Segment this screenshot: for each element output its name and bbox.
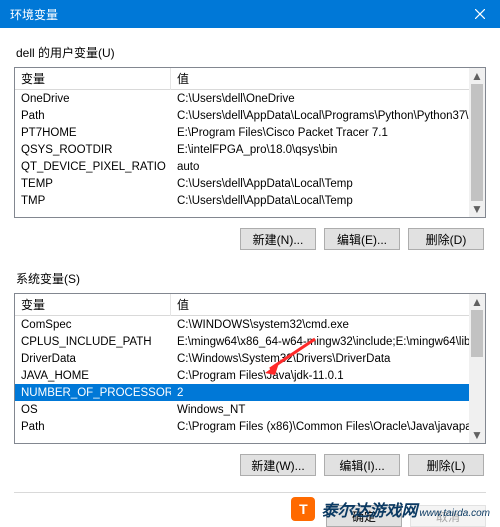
window-title: 环境变量 (10, 6, 58, 23)
cell-value: E:\intelFPGA_pro\18.0\qsys\bin (171, 144, 485, 156)
cell-value: C:\Users\dell\AppData\Local\Programs\Pyt… (171, 110, 485, 122)
close-icon (475, 9, 485, 19)
col-value[interactable]: 值 (171, 293, 485, 316)
scroll-track[interactable] (469, 84, 485, 201)
table-row[interactable]: JAVA_HOMEC:\Program Files\Java\jdk-11.0.… (15, 367, 485, 384)
scroll-track[interactable] (469, 310, 485, 427)
cell-variable: Path (15, 110, 171, 122)
cell-variable: JAVA_HOME (15, 370, 171, 382)
cell-variable: DriverData (15, 353, 171, 365)
system-vars-body: ComSpecC:\WINDOWS\system32\cmd.exeCPLUS_… (15, 316, 485, 443)
table-row[interactable]: QSYS_ROOTDIRE:\intelFPGA_pro\18.0\qsys\b… (15, 141, 485, 158)
col-value[interactable]: 值 (171, 67, 485, 90)
system-buttons-row: 新建(W)... 编辑(I)... 删除(L) (14, 454, 484, 476)
cell-variable: CPLUS_INCLUDE_PATH (15, 336, 171, 348)
cell-value: C:\Users\dell\AppData\Local\Temp (171, 195, 485, 207)
table-row[interactable]: PT7HOMEE:\Program Files\Cisco Packet Tra… (15, 124, 485, 141)
user-new-button[interactable]: 新建(N)... (240, 228, 316, 250)
user-delete-button[interactable]: 删除(D) (408, 228, 484, 250)
user-edit-button[interactable]: 编辑(E)... (324, 228, 400, 250)
scroll-down-icon[interactable]: ▼ (469, 201, 485, 217)
table-row[interactable]: CPLUS_INCLUDE_PATHE:\mingw64\x86_64-w64-… (15, 333, 485, 350)
cell-value: auto (171, 161, 485, 173)
cell-variable: OneDrive (15, 93, 171, 105)
system-vars-list[interactable]: 变量 值 ComSpecC:\WINDOWS\system32\cmd.exeC… (14, 293, 486, 444)
table-row[interactable]: PathC:\Users\dell\AppData\Local\Programs… (15, 107, 485, 124)
scroll-down-icon[interactable]: ▼ (469, 427, 485, 443)
col-variable[interactable]: 变量 (15, 67, 171, 90)
cell-variable: PT7HOME (15, 127, 171, 139)
cell-value: C:\Users\dell\AppData\Local\Temp (171, 178, 485, 190)
table-row[interactable]: DriverDataC:\Windows\System32\Drivers\Dr… (15, 350, 485, 367)
cell-value: E:\Program Files\Cisco Packet Tracer 7.1 (171, 127, 485, 139)
cell-variable: OS (15, 404, 171, 416)
close-button[interactable] (460, 0, 500, 28)
user-scrollbar[interactable]: ▲ ▼ (469, 68, 485, 217)
table-row[interactable]: PathC:\Program Files (x86)\Common Files\… (15, 418, 485, 435)
table-row[interactable]: OneDriveC:\Users\dell\OneDrive (15, 90, 485, 107)
system-delete-button[interactable]: 删除(L) (408, 454, 484, 476)
scroll-up-icon[interactable]: ▲ (469, 294, 485, 310)
cell-value: Windows_NT (171, 404, 485, 416)
titlebar: 环境变量 (0, 0, 500, 28)
watermark: T 泰尔达游戏网www.tairda.com (287, 495, 494, 523)
cell-variable: QT_DEVICE_PIXEL_RATIO (15, 161, 171, 173)
cell-value: C:\Program Files (x86)\Common Files\Orac… (171, 421, 485, 433)
scroll-thumb[interactable] (471, 84, 483, 201)
system-edit-button[interactable]: 编辑(I)... (324, 454, 400, 476)
table-row[interactable]: TMPC:\Users\dell\AppData\Local\Temp (15, 192, 485, 209)
watermark-text: 泰尔达游戏网www.tairda.com (321, 497, 490, 521)
user-vars-label: dell 的用户变量(U) (16, 44, 486, 61)
scroll-thumb[interactable] (471, 310, 483, 357)
system-vars-label: 系统变量(S) (16, 270, 486, 287)
cell-value: C:\Windows\System32\Drivers\DriverData (171, 353, 485, 365)
watermark-logo-icon: T (291, 497, 315, 521)
system-vars-header: 变量 值 (15, 294, 485, 316)
user-vars-header: 变量 值 (15, 68, 485, 90)
table-row[interactable]: QT_DEVICE_PIXEL_RATIOauto (15, 158, 485, 175)
user-vars-list[interactable]: 变量 值 OneDriveC:\Users\dell\OneDrivePathC… (14, 67, 486, 218)
cell-variable: QSYS_ROOTDIR (15, 144, 171, 156)
table-row[interactable]: TEMPC:\Users\dell\AppData\Local\Temp (15, 175, 485, 192)
scroll-up-icon[interactable]: ▲ (469, 68, 485, 84)
watermark-main: 泰尔达游戏网 (321, 503, 417, 520)
dialog-content: dell 的用户变量(U) 变量 值 OneDriveC:\Users\dell… (0, 28, 500, 527)
cell-value: 2 (171, 387, 485, 399)
cell-variable: Path (15, 421, 171, 433)
cell-variable: NUMBER_OF_PROCESSORS (15, 387, 171, 399)
watermark-suffix: www.tairda.com (419, 508, 490, 519)
col-variable[interactable]: 变量 (15, 293, 171, 316)
system-new-button[interactable]: 新建(W)... (240, 454, 316, 476)
cell-value: C:\Program Files\Java\jdk-11.0.1 (171, 370, 485, 382)
table-row[interactable]: OSWindows_NT (15, 401, 485, 418)
cell-variable: ComSpec (15, 319, 171, 331)
cell-value: E:\mingw64\x86_64-w64-mingw32\include;E:… (171, 336, 485, 348)
cell-variable: TEMP (15, 178, 171, 190)
user-vars-body: OneDriveC:\Users\dell\OneDrivePathC:\Use… (15, 90, 485, 217)
cell-variable: TMP (15, 195, 171, 207)
cell-value: C:\Users\dell\OneDrive (171, 93, 485, 105)
cell-value: C:\WINDOWS\system32\cmd.exe (171, 319, 485, 331)
system-scrollbar[interactable]: ▲ ▼ (469, 294, 485, 443)
table-row[interactable]: NUMBER_OF_PROCESSORS2 (15, 384, 485, 401)
table-row[interactable]: ComSpecC:\WINDOWS\system32\cmd.exe (15, 316, 485, 333)
user-buttons-row: 新建(N)... 编辑(E)... 删除(D) (14, 228, 484, 250)
